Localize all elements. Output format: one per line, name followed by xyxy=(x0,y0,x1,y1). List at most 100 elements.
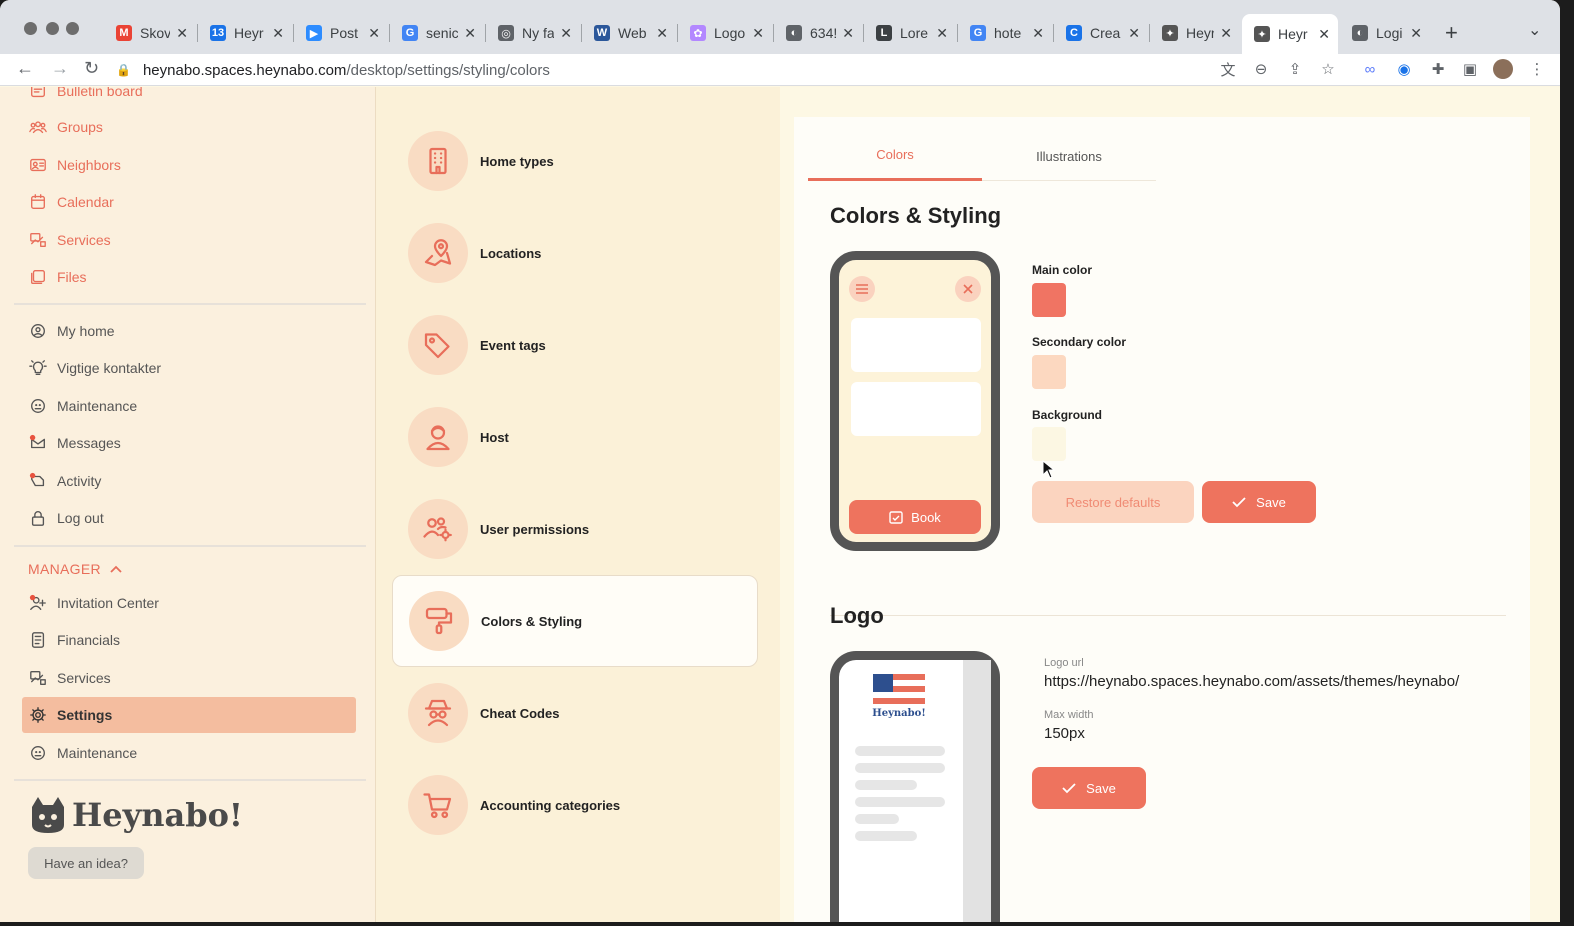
sidebar-item-groups[interactable]: Groups xyxy=(22,109,356,145)
save-logo-button[interactable]: Save xyxy=(1032,767,1146,809)
settings-item-locations[interactable]: Locations xyxy=(392,207,758,299)
services-icon xyxy=(28,668,48,688)
tab-close-icon[interactable]: ✕ xyxy=(176,25,188,42)
invite-icon xyxy=(28,593,48,613)
settings-item-accounting-categories[interactable]: Accounting categories xyxy=(392,759,758,851)
browser-tab[interactable]: ◎ Ny fa ✕ xyxy=(486,16,580,50)
settings-item-colors-styling[interactable]: Colors & Styling xyxy=(392,575,758,667)
tab-close-icon[interactable]: ✕ xyxy=(1032,25,1044,42)
sidebar-item-maintenance[interactable]: Maintenance xyxy=(22,735,356,771)
browser-menu-icon[interactable]: ⋮ xyxy=(1527,59,1547,79)
tab-close-icon[interactable]: ✕ xyxy=(1128,25,1140,42)
extension-shield-icon[interactable]: ◉ xyxy=(1394,59,1414,79)
save-colors-button[interactable]: Save xyxy=(1202,481,1316,523)
logo-url-value[interactable]: https://heynabo.spaces.heynabo.com/asset… xyxy=(1044,673,1459,690)
tab-close-icon[interactable]: ✕ xyxy=(464,25,476,42)
host-icon xyxy=(408,407,468,467)
browser-tab[interactable]: ◐ 634! ✕ xyxy=(774,16,862,50)
tab-close-icon[interactable]: ✕ xyxy=(656,25,668,42)
tab-close-icon[interactable]: ✕ xyxy=(560,25,572,42)
sidebar-item-services[interactable]: Services xyxy=(22,660,356,696)
max-width-field[interactable]: Max width 150px xyxy=(1044,709,1094,742)
browser-tab[interactable]: W Web ✕ xyxy=(582,16,676,50)
url-domain: heynabo.spaces.heynabo.com xyxy=(142,61,347,79)
tab-close-icon[interactable]: ✕ xyxy=(272,25,284,42)
sidebar-item-vigtige-kontakter[interactable]: Vigtige kontakter xyxy=(22,350,356,386)
restore-defaults-button[interactable]: Restore defaults xyxy=(1032,481,1194,523)
background-color-swatch[interactable] xyxy=(1032,427,1066,461)
manager-section-toggle[interactable]: MANAGER xyxy=(28,561,123,577)
secondary-color-swatch[interactable] xyxy=(1032,355,1066,389)
browser-tab[interactable]: ✦ Heyr ✕ xyxy=(1150,16,1240,50)
sidebar-item-bulletin-board[interactable]: Bulletin board xyxy=(22,87,356,109)
sidebar-item-label: Financials xyxy=(57,632,121,648)
browser-tab[interactable]: 13 Heyr ✕ xyxy=(198,16,292,50)
browser-tab[interactable]: ◐ Logi ✕ xyxy=(1340,16,1430,50)
settings-item-cheat-codes[interactable]: Cheat Codes xyxy=(392,667,758,759)
max-width-value[interactable]: 150px xyxy=(1044,725,1094,742)
tab-title: Lore xyxy=(900,25,929,41)
browser-tab[interactable]: ✿ Logo ✕ xyxy=(678,16,772,50)
extension-link-icon[interactable]: ∞ xyxy=(1360,59,1380,79)
checkmark-icon xyxy=(1232,497,1246,508)
sidebar-item-invitation-center[interactable]: Invitation Center xyxy=(22,585,356,621)
back-icon[interactable]: ← xyxy=(16,58,34,79)
browser-tab[interactable]: Ghote ✕ xyxy=(958,16,1052,50)
sidebar-item-maintenance[interactable]: Maintenance xyxy=(22,388,356,424)
zoom-window-button[interactable] xyxy=(66,22,79,35)
background-color-label: Background xyxy=(1032,408,1103,422)
tab-close-icon[interactable]: ✕ xyxy=(1410,25,1422,42)
lightbulb-icon xyxy=(28,358,48,378)
share-icon[interactable]: ⇪ xyxy=(1285,59,1305,79)
forward-icon[interactable]: → xyxy=(51,58,69,79)
new-tab-button[interactable]: + xyxy=(1445,20,1458,46)
profile-avatar[interactable] xyxy=(1493,59,1513,79)
sidebar-item-services[interactable]: Services xyxy=(22,222,356,258)
max-width-label: Max width xyxy=(1044,709,1094,721)
sidebar-item-neighbors[interactable]: Neighbors xyxy=(22,147,356,183)
browser-tab[interactable]: ▶ Post ✕ xyxy=(294,16,388,50)
close-window-button[interactable] xyxy=(24,22,37,35)
browser-tab[interactable]: C Crea ✕ xyxy=(1054,16,1148,50)
bookmark-star-icon[interactable]: ☆ xyxy=(1318,59,1338,79)
tab-close-icon[interactable]: ✕ xyxy=(936,25,948,42)
extensions-puzzle-icon[interactable]: ✚ xyxy=(1428,59,1448,79)
browser-tab[interactable]: M Skov ✕ xyxy=(104,16,196,50)
settings-item-host[interactable]: Host xyxy=(392,391,758,483)
minimize-window-button[interactable] xyxy=(46,22,59,35)
tab-illustrations[interactable]: Illustrations xyxy=(982,131,1156,181)
have-an-idea-button[interactable]: Have an idea? xyxy=(28,847,144,879)
tab-colors[interactable]: Colors xyxy=(808,131,982,181)
translate-icon[interactable]: 文 xyxy=(1218,59,1238,79)
settings-item-event-tags[interactable]: Event tags xyxy=(392,299,758,391)
sidebar-item-calendar[interactable]: Calendar xyxy=(22,184,356,220)
tab-close-icon[interactable]: ✕ xyxy=(752,25,764,42)
settings-item-label: Accounting categories xyxy=(480,797,621,813)
sidebar-item-files[interactable]: Files xyxy=(22,259,356,295)
tab-close-icon[interactable]: ✕ xyxy=(368,25,380,42)
settings-item-home-types[interactable]: Home types xyxy=(392,115,758,207)
browser-tab[interactable]: L Lore ✕ xyxy=(864,16,956,50)
tab-close-icon[interactable]: ✕ xyxy=(1318,26,1330,43)
reload-icon[interactable]: ↻ xyxy=(84,58,99,79)
tab-close-icon[interactable]: ✕ xyxy=(842,25,854,42)
logo-url-field[interactable]: Logo url https://heynabo.spaces.heynabo.… xyxy=(1044,657,1459,690)
maintenance-icon xyxy=(28,396,48,416)
settings-item-user-permissions[interactable]: User permissions xyxy=(392,483,758,575)
main-color-swatch[interactable] xyxy=(1032,283,1066,317)
sidebar-item-my-home[interactable]: My home xyxy=(22,313,356,349)
tab-title: Crea xyxy=(1090,25,1121,41)
sidebar-item-financials[interactable]: Financials xyxy=(22,622,356,658)
sidebar-item-settings[interactable]: Settings xyxy=(22,697,356,733)
zoom-icon[interactable]: ⊖ xyxy=(1251,59,1271,79)
side-panel-icon[interactable]: ▣ xyxy=(1460,59,1480,79)
address-bar[interactable]: 🔒 heynabo.spaces.heynabo.com/desktop/set… xyxy=(116,57,550,83)
sidebar-item-label: Messages xyxy=(57,435,121,451)
tab-close-icon[interactable]: ✕ xyxy=(1220,25,1232,42)
tab-search-icon[interactable]: ⌄ xyxy=(1528,20,1541,40)
browser-tab[interactable]: Gsenic ✕ xyxy=(390,16,484,50)
sidebar-item-activity[interactable]: Activity xyxy=(22,463,356,499)
browser-tab[interactable]: ✦ Heyr ✕ xyxy=(1242,14,1338,54)
sidebar-item-log-out[interactable]: Log out xyxy=(22,500,356,536)
sidebar-item-messages[interactable]: Messages xyxy=(22,425,356,461)
